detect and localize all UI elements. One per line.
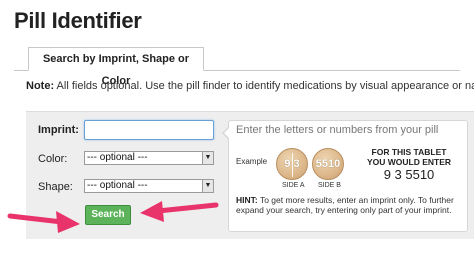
left-arrow-icon [7, 211, 80, 233]
right-arrow-icon [140, 201, 219, 222]
annotation-arrows [7, 201, 219, 233]
